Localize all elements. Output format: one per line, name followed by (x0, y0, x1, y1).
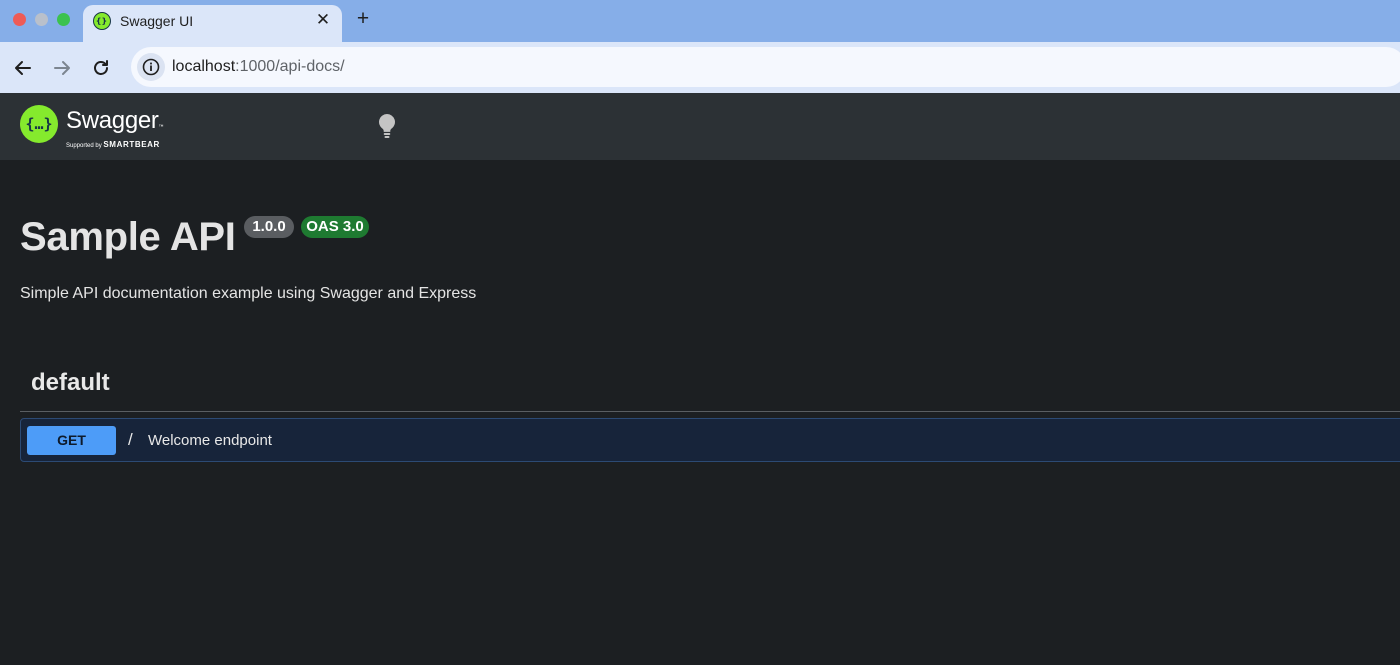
window-minimize-button[interactable] (35, 13, 48, 26)
api-title: Sample API (20, 215, 236, 259)
api-description: Simple API documentation example using S… (20, 285, 477, 302)
window-maximize-button[interactable] (57, 13, 70, 26)
http-method-badge: GET (27, 426, 116, 455)
svg-text:{…}: {…} (25, 115, 52, 133)
reload-icon[interactable] (89, 56, 113, 80)
tab-close-icon[interactable]: ✕ (313, 10, 333, 30)
address-bar[interactable]: localhost:1000/api-docs/ (131, 47, 1400, 87)
lightbulb-icon[interactable] (376, 113, 398, 139)
logo-company: SMARTBEAR (103, 140, 160, 149)
operation-summary: Welcome endpoint (148, 432, 272, 449)
swagger-favicon-icon: {} (93, 12, 111, 30)
swagger-topbar: {…} Swagger™ Supported by SMARTBEAR (0, 93, 1400, 160)
swagger-logo-word: Swagger (66, 107, 159, 134)
info-icon[interactable] (137, 53, 165, 81)
url-path: :1000/api-docs/ (235, 58, 345, 75)
tab-title: Swagger UI (120, 13, 194, 29)
tag-divider (20, 411, 1400, 412)
swagger-logo[interactable]: {…} Swagger™ Supported by SMARTBEAR (20, 105, 180, 149)
swagger-logo-text: Swagger™ (66, 107, 164, 135)
swagger-logo-icon: {…} (20, 105, 58, 143)
tag-section-default[interactable]: default (31, 369, 110, 397)
operation-path: / (128, 430, 133, 449)
url-host: localhost (172, 58, 236, 75)
swagger-logo-subtitle: Supported by SMARTBEAR (66, 140, 160, 149)
logo-supported-by: Supported by (66, 143, 102, 149)
operation-get-root[interactable]: GET / Welcome endpoint (20, 418, 1400, 462)
swagger-logo-tm: ™ (158, 124, 164, 130)
browser-toolbar: localhost:1000/api-docs/ (0, 42, 1400, 93)
version-badge: 1.0.0 (244, 216, 294, 238)
browser-tab-bar: {} Swagger UI ✕ + (0, 0, 1400, 42)
arrow-right-icon[interactable] (50, 56, 74, 80)
window-close-button[interactable] (13, 13, 26, 26)
svg-text:{}: {} (96, 17, 107, 26)
arrow-left-icon[interactable] (11, 56, 35, 80)
new-tab-button[interactable]: + (352, 8, 374, 30)
browser-tab[interactable]: {} Swagger UI ✕ (83, 5, 342, 42)
oas-badge: OAS 3.0 (301, 216, 369, 238)
url-text: localhost:1000/api-docs/ (172, 58, 345, 76)
